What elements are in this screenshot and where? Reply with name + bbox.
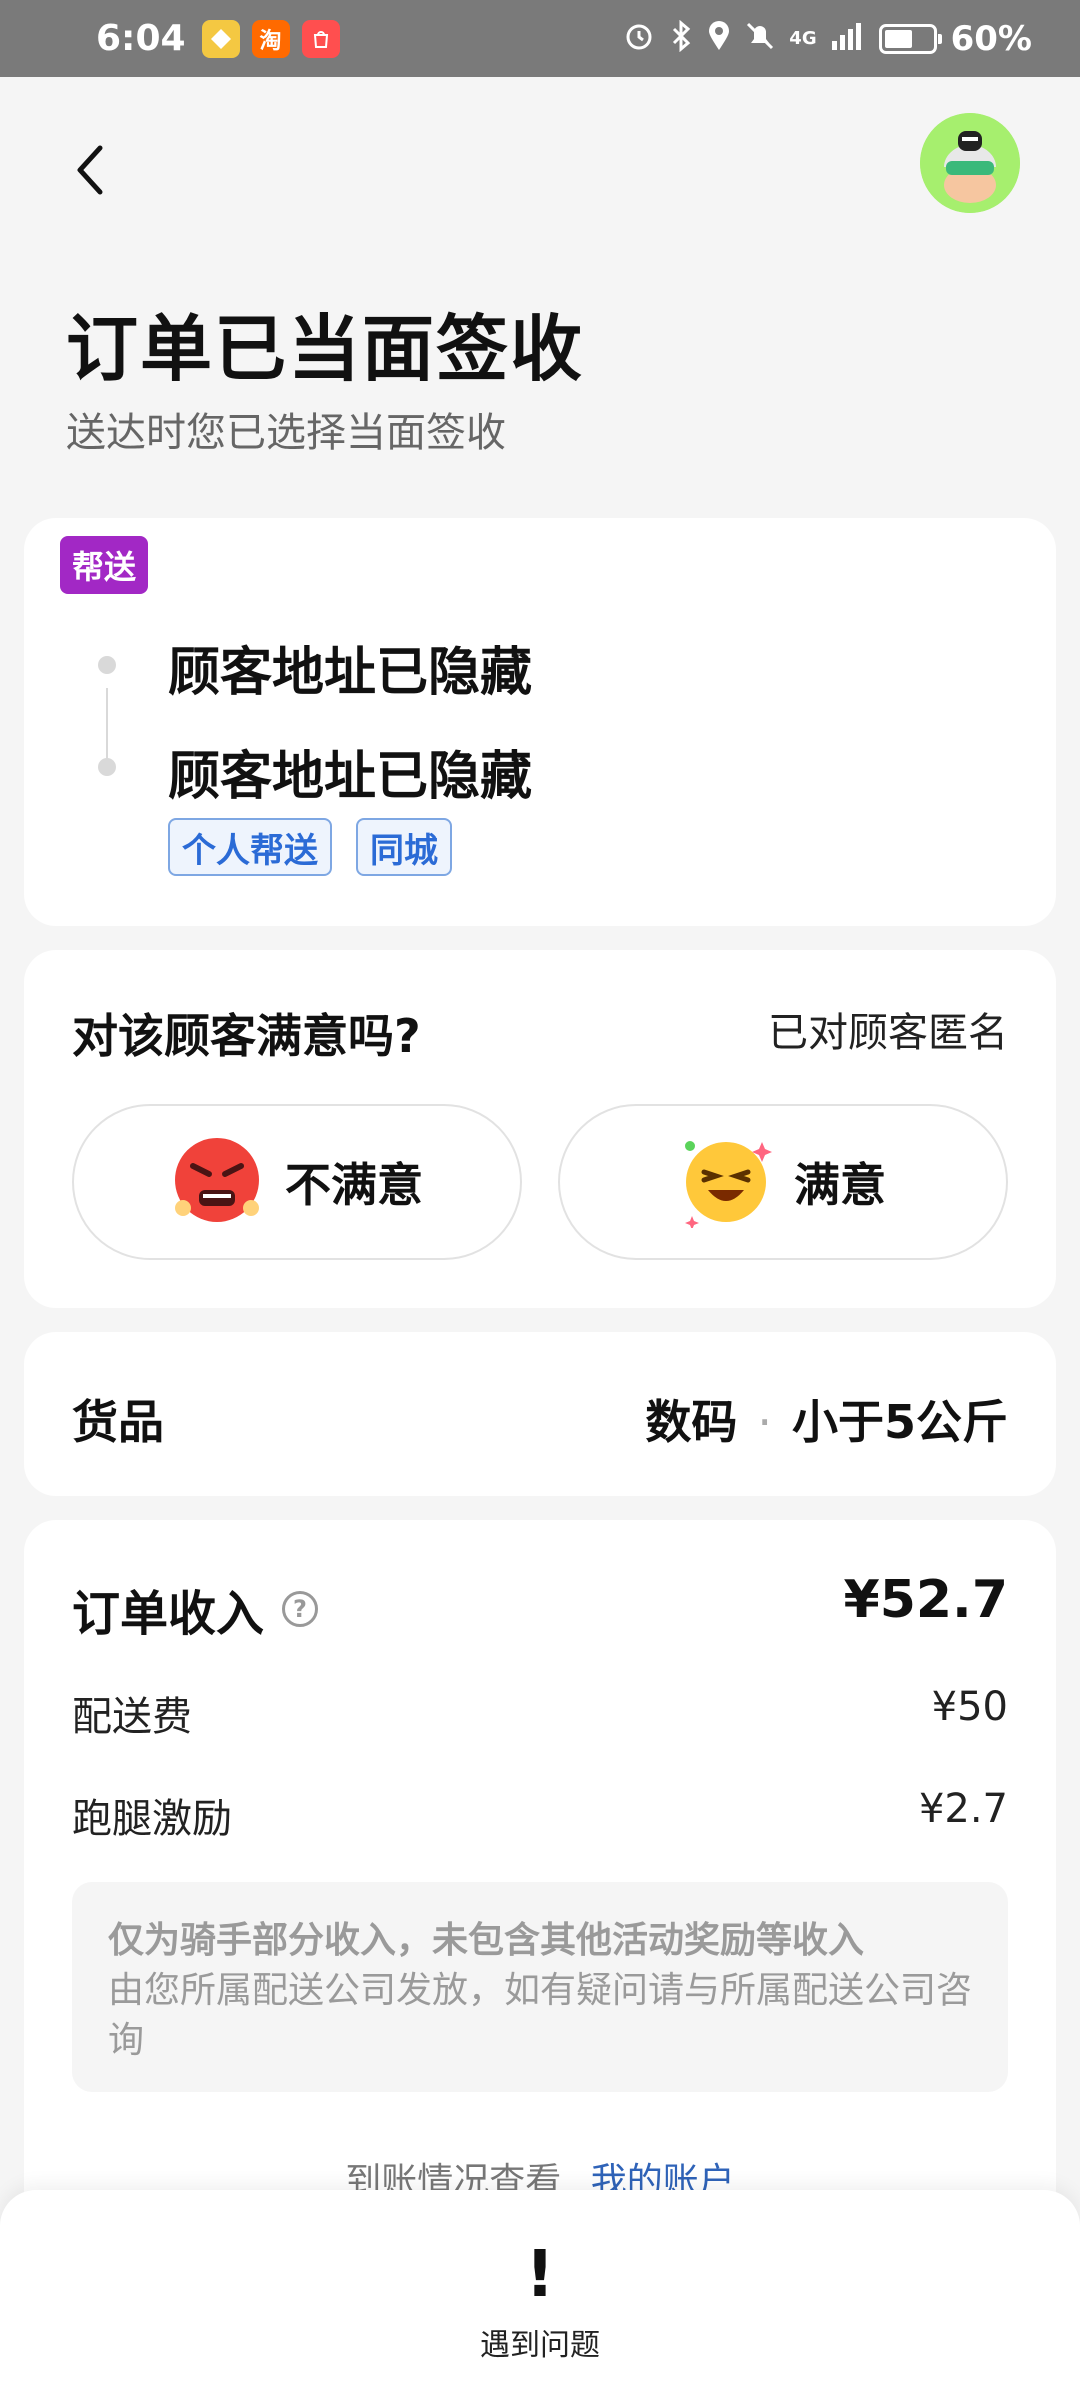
satisfied-button[interactable]: 满意	[558, 1104, 1008, 1260]
signal-icon	[831, 21, 865, 57]
bottom-bar: ! 遇到问题	[0, 2190, 1080, 2400]
goods-weight: 小于5公斤	[791, 1395, 1008, 1449]
page-subtitle: 送达时您已选择当面签收	[66, 410, 506, 456]
dropoff-address: 顾客地址已隐藏	[168, 747, 533, 807]
order-type-tag: 帮送	[60, 536, 149, 594]
alarm-icon	[623, 20, 655, 58]
bluetooth-icon	[669, 19, 693, 58]
anonymous-note: 已对顾客匿名	[768, 1010, 1008, 1056]
angry-face-icon	[171, 1136, 263, 1228]
status-right: 4G 60%	[623, 19, 1032, 59]
status-bar: 6:04 淘 4G 60%	[0, 0, 1080, 77]
income-label: 订单收入	[72, 1586, 265, 1642]
delivery-fee-value: ¥50	[931, 1684, 1008, 1730]
battery-level	[884, 29, 913, 48]
notice-body: 由您所属配送公司发放，如有疑问请与所属配送公司咨询	[108, 1970, 973, 2061]
errand-bonus-value: ¥2.7	[918, 1786, 1008, 1832]
goods-value: 数码 · 小于5公斤	[645, 1386, 1008, 1452]
pickup-dot	[98, 656, 116, 674]
report-issue-label: 遇到问题	[480, 2328, 600, 2363]
huawei-app-icon	[301, 19, 340, 58]
rating-card: 对该顾客满意吗? 已对顾客匿名 不满意 满意	[24, 950, 1056, 1308]
network-type: 4G	[789, 27, 817, 49]
income-total: ¥52.7	[843, 1570, 1008, 1630]
report-issue-button[interactable]: ! 遇到问题	[440, 2240, 640, 2370]
taobao-app-icon: 淘	[251, 19, 290, 58]
goods-category: 数码	[645, 1395, 738, 1449]
status-left: 6:04 淘	[96, 18, 340, 59]
location-icon	[707, 20, 731, 58]
rider-avatar-icon	[920, 113, 1020, 213]
route-card: 帮送 顾客地址已隐藏 顾客地址已隐藏 个人帮送 同城	[24, 518, 1056, 926]
notice-title: 仅为骑手部分收入，未包含其他活动奖励等收入	[108, 1920, 865, 1961]
messaging-app-icon	[201, 19, 240, 58]
chip-same-city: 同城	[356, 818, 452, 876]
income-title: 订单收入 ?	[72, 1574, 319, 1644]
avatar[interactable]	[920, 113, 1020, 213]
dissatisfied-label: 不满意	[285, 1158, 423, 1212]
errand-bonus-label: 跑腿激励	[72, 1796, 232, 1842]
battery-icon	[878, 23, 942, 54]
goods-separator: ·	[757, 1395, 772, 1449]
chip-personal-delivery: 个人帮送	[168, 818, 332, 876]
income-notice: 仅为骑手部分收入，未包含其他活动奖励等收入 由您所属配送公司发放，如有疑问请与所…	[72, 1882, 1008, 2092]
question-icon[interactable]: ?	[282, 1591, 319, 1627]
rating-question: 对该顾客满意吗?	[72, 1009, 421, 1063]
page-title: 订单已当面签收	[66, 307, 585, 391]
satisfied-label: 满意	[794, 1158, 886, 1212]
goods-label: 货品	[72, 1395, 164, 1449]
route-line	[106, 688, 108, 760]
dissatisfied-button[interactable]: 不满意	[72, 1104, 522, 1260]
exclamation-icon: !	[525, 2238, 555, 2312]
chevron-left-icon	[77, 145, 103, 195]
mute-icon	[745, 20, 775, 58]
pickup-address: 顾客地址已隐藏	[168, 643, 533, 703]
delivery-fee-label: 配送费	[72, 1694, 192, 1740]
goods-card: 货品 数码 · 小于5公斤	[24, 1332, 1056, 1496]
status-time: 6:04	[96, 18, 186, 59]
laughing-face-icon	[680, 1136, 772, 1230]
dropoff-dot	[98, 758, 116, 776]
battery-percent: 60%	[950, 18, 1032, 59]
back-button[interactable]	[60, 140, 120, 200]
